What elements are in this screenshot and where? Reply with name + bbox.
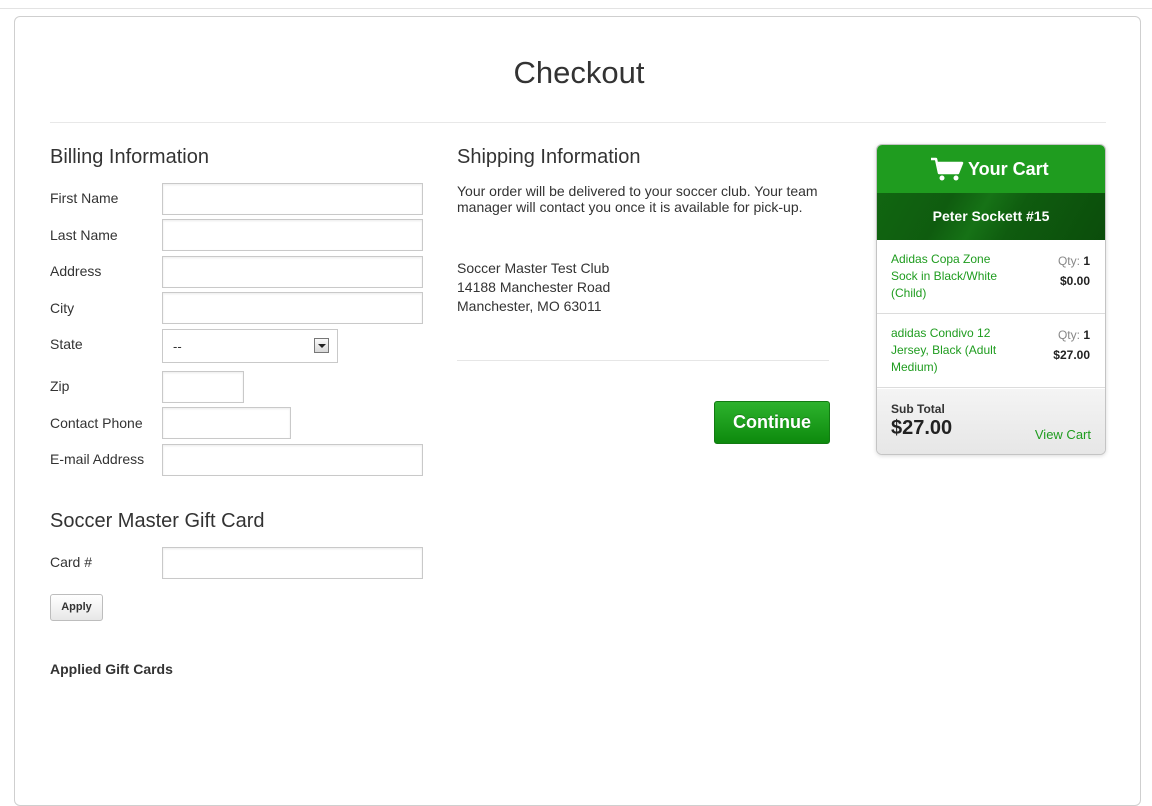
cart-player-name: Peter Sockett #15 bbox=[877, 193, 1105, 240]
top-border bbox=[0, 8, 1152, 9]
club-city: Manchester, MO 63011 bbox=[457, 298, 602, 314]
cart-item-qty: Qty: 1 bbox=[1058, 254, 1090, 268]
club-street: 14188 Manchester Road bbox=[457, 279, 611, 295]
title-divider bbox=[50, 122, 1106, 123]
card-number-label: Card # bbox=[50, 554, 93, 570]
last-name-label: Last Name bbox=[50, 227, 118, 243]
last-name-input[interactable] bbox=[162, 219, 423, 251]
applied-gift-cards-heading: Applied Gift Cards bbox=[50, 661, 173, 677]
cart-item-qty: Qty: 1 bbox=[1058, 328, 1090, 342]
cart-item: Adidas Copa Zone Sock in Black/White (Ch… bbox=[877, 240, 1105, 314]
continue-button[interactable]: Continue bbox=[714, 401, 830, 444]
first-name-label: First Name bbox=[50, 190, 119, 206]
billing-heading: Billing Information bbox=[50, 146, 209, 168]
shipping-heading: Shipping Information bbox=[457, 146, 641, 168]
contact-phone-label: Contact Phone bbox=[50, 415, 143, 431]
zip-input[interactable] bbox=[162, 371, 244, 403]
zip-label: Zip bbox=[50, 378, 70, 394]
gift-card-heading: Soccer Master Gift Card bbox=[50, 510, 265, 532]
cart-item-name[interactable]: adidas Condivo 12 Jersey, Black (Adult M… bbox=[891, 325, 1016, 376]
club-name: Soccer Master Test Club bbox=[457, 260, 610, 276]
address-label: Address bbox=[50, 263, 102, 279]
chevron-down-icon[interactable] bbox=[314, 338, 329, 353]
cart-subtotal: Sub Total $27.00 View Cart bbox=[877, 389, 1105, 454]
cart-item: adidas Condivo 12 Jersey, Black (Adult M… bbox=[877, 314, 1105, 388]
cart-item-name[interactable]: Adidas Copa Zone Sock in Black/White (Ch… bbox=[891, 251, 1016, 302]
apply-button[interactable]: Apply bbox=[50, 594, 103, 621]
city-input[interactable] bbox=[162, 292, 423, 324]
shipping-divider bbox=[457, 360, 829, 361]
view-cart-link[interactable]: View Cart bbox=[1035, 427, 1091, 442]
email-label: E-mail Address bbox=[50, 451, 145, 467]
cart-item-qty-label: Qty: bbox=[1057, 254, 1080, 268]
cart-item-price: $0.00 bbox=[1059, 274, 1090, 288]
card-number-input[interactable] bbox=[162, 547, 423, 579]
cart-widget: Your Cart Peter Sockett #15 Adidas Copa … bbox=[876, 144, 1106, 455]
shopping-cart-icon bbox=[931, 157, 964, 181]
cart-item-qty-value: 1 bbox=[1083, 328, 1090, 342]
state-select[interactable]: -- bbox=[162, 329, 338, 363]
cart-item-price: $27.00 bbox=[1053, 348, 1090, 362]
cart-header: Your Cart bbox=[877, 145, 1105, 193]
address-input[interactable] bbox=[162, 256, 423, 288]
shipping-note: Your order will be delivered to your soc… bbox=[457, 183, 818, 215]
city-label: City bbox=[50, 300, 75, 316]
subtotal-label: Sub Total bbox=[891, 402, 945, 416]
cart-item-qty-label: Qty: bbox=[1057, 328, 1080, 342]
cart-title: Your Cart bbox=[968, 159, 1049, 179]
state-select-value: -- bbox=[173, 339, 182, 354]
state-label: State bbox=[50, 336, 83, 352]
email-input[interactable] bbox=[162, 444, 423, 476]
subtotal-value: $27.00 bbox=[891, 417, 953, 439]
cart-item-qty-value: 1 bbox=[1083, 254, 1090, 268]
page-title: Checkout bbox=[513, 55, 645, 90]
first-name-input[interactable] bbox=[162, 183, 423, 215]
contact-phone-input[interactable] bbox=[162, 407, 291, 439]
